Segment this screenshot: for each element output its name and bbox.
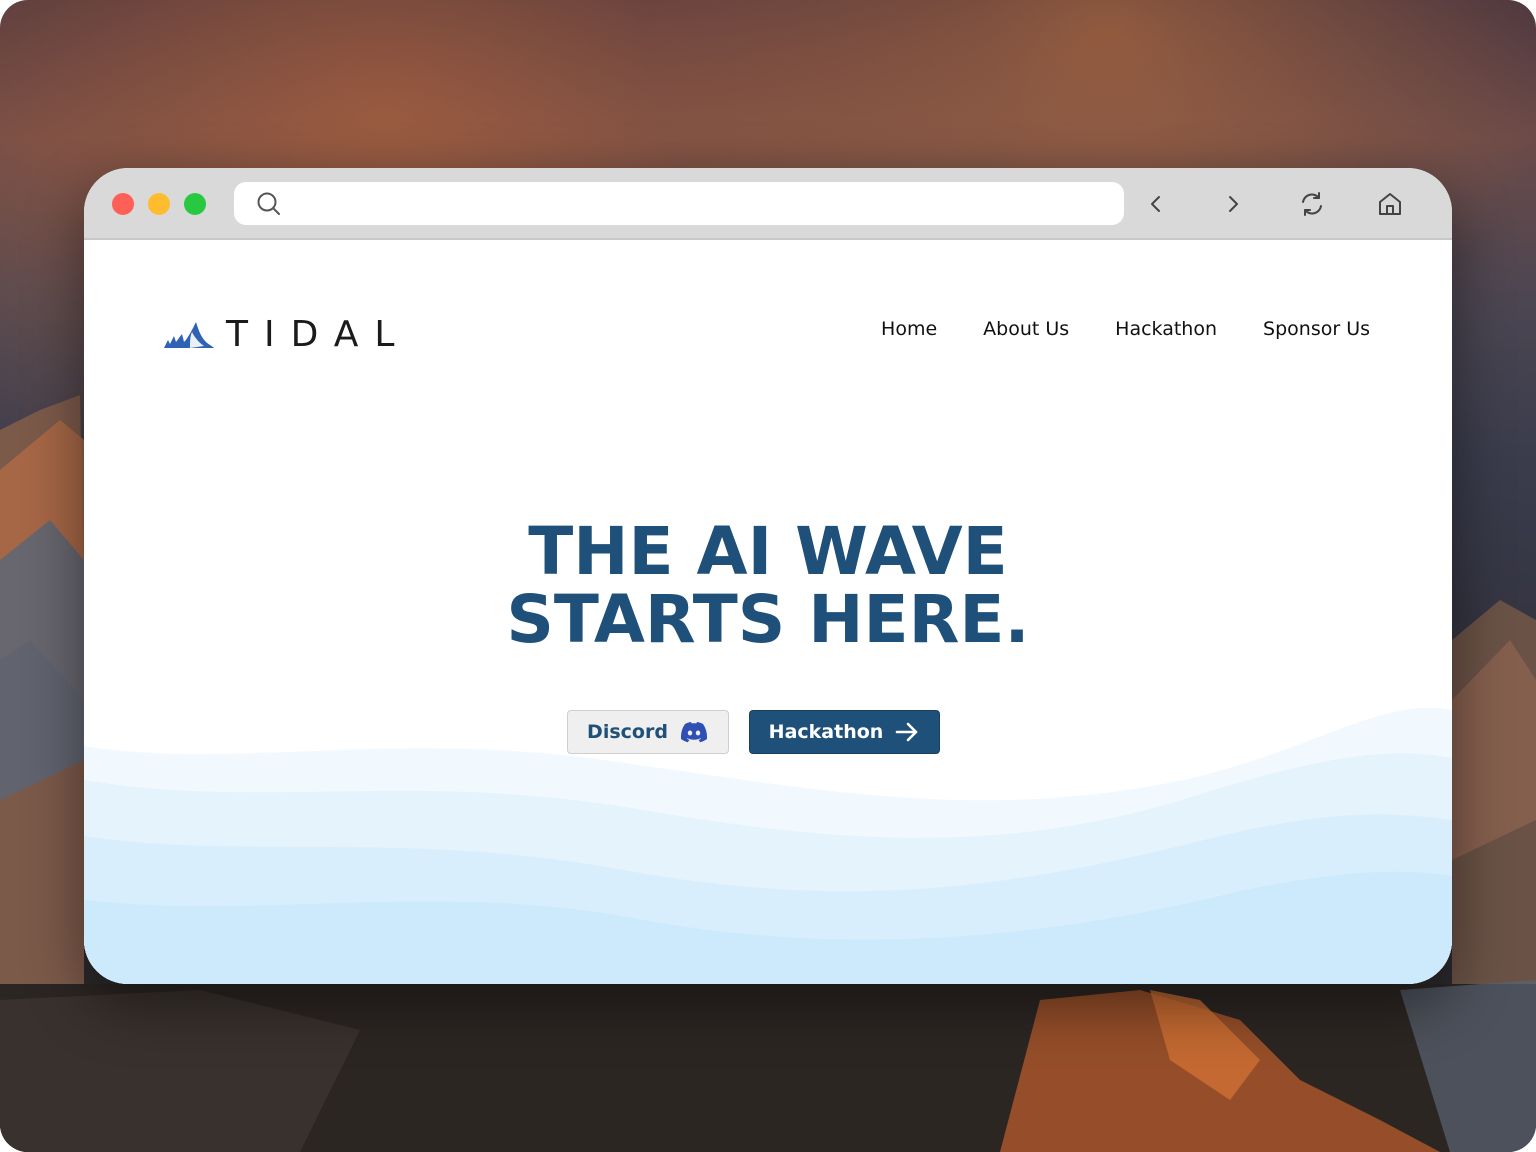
home-icon — [1379, 193, 1401, 215]
search-icon — [257, 192, 280, 215]
chevron-right-icon — [1229, 196, 1238, 212]
hackathon-button[interactable]: Hackathon — [748, 710, 940, 754]
wave-logo-icon — [164, 321, 214, 348]
hero-actions: Discord Hackathon — [84, 710, 1452, 754]
address-input[interactable] — [296, 188, 1100, 220]
browser-titlebar — [84, 168, 1452, 240]
discord-button[interactable]: Discord — [566, 710, 729, 754]
home-button[interactable] — [1374, 188, 1406, 220]
hero-headline: THE AI WAVE STARTS HERE. — [84, 518, 1452, 654]
web-page: TIDAL Home About Us Hackathon Sponsor Us… — [84, 240, 1452, 984]
close-window-button[interactable] — [112, 193, 134, 215]
refresh-icon — [1302, 192, 1322, 216]
back-button[interactable] — [1140, 188, 1172, 220]
nav-link-hackathon[interactable]: Hackathon — [1115, 318, 1217, 340]
main-navigation: Home About Us Hackathon Sponsor Us — [881, 318, 1370, 340]
site-logo[interactable]: TIDAL — [162, 314, 410, 355]
discord-button-label: Discord — [587, 721, 668, 743]
address-bar[interactable] — [234, 182, 1124, 225]
browser-window: TIDAL Home About Us Hackathon Sponsor Us… — [84, 168, 1452, 984]
logo-wordmark: TIDAL — [226, 314, 411, 355]
discord-icon — [680, 722, 707, 743]
hero-line-1: THE AI WAVE — [528, 513, 1008, 590]
nav-link-home[interactable]: Home — [881, 318, 937, 340]
desktop-background: TIDAL Home About Us Hackathon Sponsor Us… — [0, 0, 1536, 1152]
hackathon-button-label: Hackathon — [768, 721, 884, 743]
chevron-left-icon — [1151, 196, 1160, 212]
forward-button[interactable] — [1217, 188, 1249, 220]
minimize-window-button[interactable] — [148, 193, 170, 215]
nav-link-sponsor-us[interactable]: Sponsor Us — [1263, 318, 1370, 340]
arrow-right-icon — [896, 722, 918, 742]
hero-line-2: STARTS HERE. — [506, 581, 1030, 658]
maximize-window-button[interactable] — [184, 193, 206, 215]
reload-button[interactable] — [1296, 188, 1328, 220]
nav-link-about-us[interactable]: About Us — [983, 318, 1069, 340]
